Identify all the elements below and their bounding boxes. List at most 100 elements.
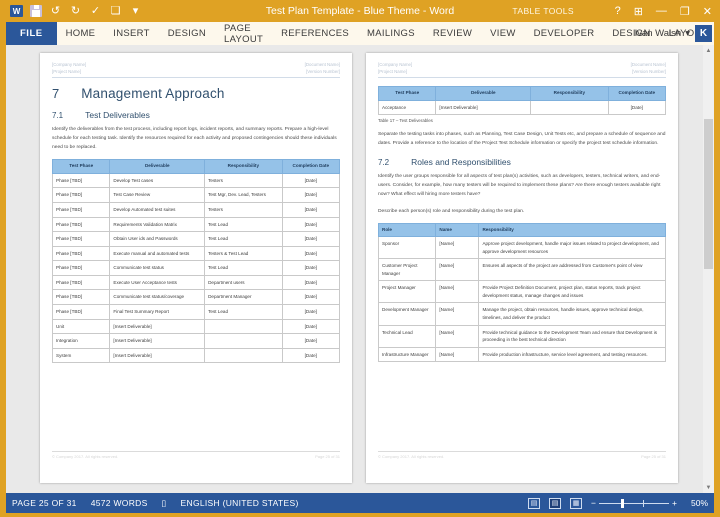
table-cell[interactable]: [Date] — [281, 318, 341, 335]
zoom-out-button[interactable]: − — [591, 498, 596, 508]
table-cell[interactable]: Phase [TBD] — [51, 274, 111, 291]
table-cell[interactable]: Phase [TBD] — [51, 216, 111, 233]
table-cell[interactable]: Develop Test cases — [109, 172, 206, 189]
page-indicator[interactable]: PAGE 25 OF 31 — [12, 498, 77, 508]
table-row[interactable]: System [Insert Deliverable] [Date] — [51, 347, 341, 364]
table-cell[interactable]: [Date] — [281, 187, 341, 203]
table-row[interactable]: Acceptance [Insert Deliverable] [Date] — [377, 99, 667, 116]
table-cell[interactable]: [Name] — [435, 346, 480, 363]
table-cell[interactable]: Development Manager — [377, 302, 437, 326]
language-indicator[interactable]: ENGLISH (UNITED STATES) — [181, 498, 299, 508]
table-cell[interactable]: Test Lead — [204, 216, 283, 233]
read-mode-button[interactable]: ▤ — [528, 497, 540, 509]
table-cell[interactable]: [Name] — [435, 258, 480, 282]
tab-page-layout[interactable]: PAGE LAYOUT — [215, 22, 272, 45]
table-cell[interactable]: Phase [TBD] — [51, 187, 111, 203]
table-cell[interactable]: [Date] — [281, 231, 341, 247]
tab-insert[interactable]: INSERT — [104, 22, 158, 45]
tab-design[interactable]: DESIGN — [159, 22, 215, 45]
table-cell[interactable]: [Date] — [281, 216, 341, 233]
print-layout-button[interactable]: ▤ — [549, 497, 561, 509]
table-cell[interactable]: Integration — [51, 333, 111, 349]
table-cell[interactable]: Test Mgr, Dev. Lead, Testers — [204, 187, 283, 203]
restore-button[interactable]: ❐ — [680, 5, 690, 18]
table-cell[interactable]: Infrastructure Manager — [377, 346, 437, 363]
table-cell[interactable]: Phase [TBD] — [51, 201, 111, 218]
table-cell[interactable]: Phase [TBD] — [51, 172, 111, 189]
table-cell[interactable]: Test Lead — [204, 260, 283, 276]
table-cell[interactable]: Department users — [204, 274, 283, 291]
table-cell[interactable]: [Insert Deliverable] — [109, 347, 206, 364]
table-row[interactable]: Phase [TBD] Final Test Summary Report Test… — [51, 304, 341, 320]
table-cell[interactable]: Communicate test status — [109, 260, 206, 276]
table-row[interactable]: Phase [TBD] Obtain User ids and Passwords… — [51, 231, 341, 247]
roles-responsibilities-table[interactable]: Role Name Responsibility Sponsor [Name] Appr… — [377, 222, 666, 363]
table-row[interactable]: Phase [TBD] Requirements Validation Matri… — [51, 216, 341, 233]
table-row[interactable]: Technical Lead [Name] Provide technical gu… — [377, 324, 666, 348]
table-cell[interactable]: Execute manual and automated tests — [109, 245, 206, 262]
table-cell[interactable]: Phase [TBD] — [51, 304, 111, 320]
zoom-in-button[interactable]: + — [672, 498, 677, 508]
table-cell[interactable]: Test Case Review — [109, 187, 206, 203]
table-cell[interactable] — [530, 99, 609, 116]
table-row[interactable]: Phase [TBD] Communicate test status Test L… — [51, 260, 341, 276]
zoom-track[interactable] — [598, 498, 670, 508]
zoom-knob[interactable] — [621, 498, 625, 508]
table-cell[interactable]: Develop Automated test suites — [109, 201, 206, 218]
table-cell[interactable]: Final Test Summary Report — [109, 304, 206, 320]
table-cell[interactable]: Test Lead — [204, 304, 283, 320]
table-cell[interactable]: Provide Project Definition Document, pro… — [478, 280, 666, 304]
table-row[interactable]: Phase [TBD] Test Case Review Test Mgr, Dev… — [51, 187, 341, 203]
table-cell[interactable]: Communicate test status/coverage — [109, 289, 206, 306]
tab-mailings[interactable]: MAILINGS — [358, 22, 424, 45]
table-cell[interactable]: Unit — [51, 318, 111, 335]
table-cell[interactable]: Provide technical guidance to the Develo… — [478, 324, 666, 348]
table-cell[interactable]: Execute User Acceptance tests — [109, 274, 206, 291]
table-cell[interactable]: Department Manager — [204, 289, 283, 306]
tab-view[interactable]: VIEW — [481, 22, 524, 45]
table-cell[interactable]: [Date] — [281, 304, 341, 320]
test-deliverables-table-continued[interactable]: Test Phase Deliverable Responsibility Compl… — [377, 86, 667, 116]
table-cell[interactable] — [204, 333, 283, 349]
scroll-down-icon[interactable]: ▼ — [703, 482, 714, 493]
table-row[interactable]: Phase [TBD] Execute User Acceptance tests… — [51, 274, 341, 291]
table-row[interactable]: Phase [TBD] Develop Automated test suites… — [51, 201, 341, 218]
help-button[interactable]: ? — [615, 5, 621, 17]
table-cell[interactable]: [Name] — [435, 302, 480, 326]
table-cell[interactable]: [Insert Deliverable] — [435, 99, 532, 116]
table-cell[interactable]: [Insert Deliverable] — [109, 333, 206, 349]
table-cell[interactable]: [Insert Deliverable] — [109, 318, 206, 335]
zoom-slider[interactable]: − + — [591, 498, 677, 508]
table-cell[interactable]: [Date] — [607, 99, 667, 116]
web-layout-button[interactable]: ▦ — [570, 497, 582, 509]
table-cell[interactable]: Phase [TBD] — [51, 260, 111, 276]
table-cell[interactable]: [Date] — [281, 333, 341, 349]
table-row[interactable]: Phase [TBD] Execute manual and automated … — [51, 245, 341, 262]
zoom-level[interactable]: 50% — [686, 498, 708, 508]
table-cell[interactable]: [Date] — [281, 347, 341, 364]
vertical-scrollbar[interactable]: ▲ ▼ — [703, 45, 714, 493]
table-cell[interactable] — [204, 318, 283, 335]
table-cell[interactable]: Testers — [204, 172, 283, 189]
table-cell[interactable]: [Name] — [435, 324, 480, 348]
test-deliverables-table[interactable]: Test Phase Deliverable Responsibility Compl… — [51, 159, 341, 364]
table-cell[interactable]: [Date] — [281, 245, 341, 262]
tab-home[interactable]: HOME — [57, 22, 105, 45]
table-cell[interactable]: [Name] — [435, 280, 480, 304]
close-button[interactable]: ✕ — [703, 5, 712, 18]
table-cell[interactable]: Testers & Test Lead — [204, 245, 283, 262]
avatar[interactable]: K — [695, 25, 712, 42]
word-count[interactable]: 4572 WORDS — [91, 498, 148, 508]
tab-file[interactable]: FILE — [6, 22, 57, 45]
table-cell[interactable]: Provide production infrastructure, servi… — [478, 346, 666, 363]
table-cell[interactable]: Phase [TBD] — [51, 289, 111, 306]
table-cell[interactable]: Testers — [204, 201, 283, 218]
proofing-errors-icon[interactable]: ▯ — [162, 498, 167, 509]
tab-developer[interactable]: DEVELOPER — [525, 22, 604, 45]
table-cell[interactable]: System — [51, 347, 111, 364]
table-row[interactable]: Phase [TBD] Communicate test status/cover… — [51, 289, 341, 306]
table-cell[interactable]: [Date] — [281, 201, 341, 218]
table-cell[interactable]: Sponsor — [377, 236, 437, 260]
table-row[interactable]: Customer Project Manager [Name] Ensures al… — [377, 258, 666, 282]
document-workspace[interactable]: [Company Name] [Project Name] [Document … — [6, 45, 714, 493]
